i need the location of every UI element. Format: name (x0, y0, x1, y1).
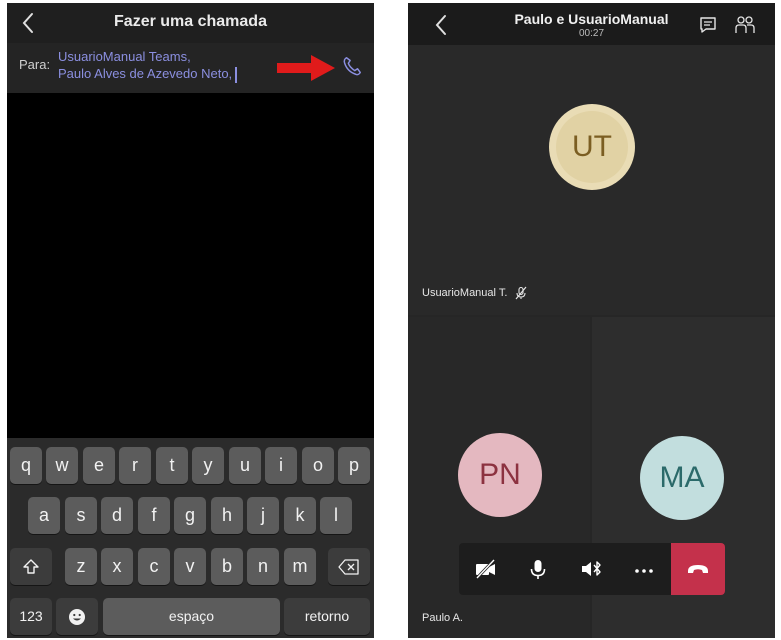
key-w[interactable]: w (46, 447, 78, 484)
shift-icon (23, 559, 39, 574)
return-key[interactable]: retorno (284, 598, 370, 635)
avatar: PN (458, 433, 542, 517)
key-c[interactable]: c (138, 548, 170, 585)
key-q[interactable]: q (10, 447, 42, 484)
numbers-key[interactable]: 123 (10, 598, 52, 635)
shift-key[interactable] (10, 548, 52, 585)
recipients-field[interactable]: Para: UsuarioManual Teams, Paulo Alves d… (7, 43, 374, 93)
people-icon[interactable] (734, 14, 756, 36)
space-key[interactable]: espaço (103, 598, 280, 635)
avatar-initials: UT (572, 130, 612, 163)
key-l[interactable]: l (320, 497, 352, 534)
key-b[interactable]: b (211, 548, 243, 585)
video-toggle-button[interactable] (459, 543, 511, 595)
key-d[interactable]: d (101, 497, 133, 534)
recipient-chip[interactable]: UsuarioManual Teams, (58, 49, 191, 64)
key-o[interactable]: o (302, 447, 334, 484)
on-screen-keyboard: q w e r t y u i o p a s d f g h j k l z … (7, 438, 374, 638)
key-s[interactable]: s (65, 497, 97, 534)
call-controls-bar (459, 543, 725, 595)
participant-name: UsuarioManual T. (422, 286, 528, 300)
call-screen: Paulo e UsuarioManual 00:27 UT UsuarioMa… (408, 3, 775, 638)
key-v[interactable]: v (174, 548, 206, 585)
key-e[interactable]: e (83, 447, 115, 484)
more-icon (635, 569, 653, 573)
participant-name: Paulo A. (422, 612, 463, 624)
key-t[interactable]: t (156, 447, 188, 484)
video-off-icon (475, 558, 496, 580)
annotation-arrow-icon (277, 55, 335, 81)
hang-up-icon (688, 565, 708, 573)
key-r[interactable]: r (119, 447, 151, 484)
key-p[interactable]: p (338, 447, 370, 484)
call-header: Paulo e UsuarioManual 00:27 (408, 3, 775, 45)
to-label: Para: (19, 57, 51, 72)
hang-up-button[interactable] (671, 543, 725, 595)
emoji-key[interactable] (56, 598, 98, 635)
call-title: Paulo e UsuarioManual (514, 11, 669, 27)
avatar: UT (549, 104, 635, 190)
backspace-icon (338, 559, 359, 575)
key-j[interactable]: j (247, 497, 279, 534)
key-m[interactable]: m (284, 548, 316, 585)
chat-icon[interactable] (698, 15, 718, 35)
key-f[interactable]: f (138, 497, 170, 534)
speaker-button[interactable] (565, 543, 617, 595)
backspace-key[interactable] (328, 548, 370, 585)
phone-call-icon[interactable] (341, 55, 363, 77)
call-timer: 00:27 (578, 28, 605, 39)
key-y[interactable]: y (192, 447, 224, 484)
speaker-bluetooth-icon (582, 561, 601, 576)
avatar: MA (640, 436, 724, 520)
key-i[interactable]: i (265, 447, 297, 484)
key-g[interactable]: g (174, 497, 206, 534)
key-z[interactable]: z (65, 548, 97, 585)
participant-tile-ut[interactable]: UT UsuarioManual T. (408, 45, 775, 315)
key-n[interactable]: n (247, 548, 279, 585)
key-a[interactable]: a (28, 497, 60, 534)
make-call-screen: Fazer uma chamada Para: UsuarioManual Te… (7, 3, 374, 638)
microphone-button[interactable] (512, 543, 564, 595)
nav-bar: Fazer uma chamada (7, 3, 374, 43)
key-h[interactable]: h (211, 497, 243, 534)
more-options-button[interactable] (618, 543, 670, 595)
text-caret (235, 66, 238, 83)
page-title: Fazer uma chamada (114, 13, 267, 30)
recipient-chip-2[interactable]: Paulo Alves de Azevedo Neto, (58, 66, 238, 83)
key-u[interactable]: u (229, 447, 261, 484)
key-x[interactable]: x (101, 548, 133, 585)
microphone-icon (530, 560, 546, 579)
emoji-icon (69, 609, 85, 626)
key-k[interactable]: k (284, 497, 316, 534)
mic-off-icon (516, 286, 527, 300)
